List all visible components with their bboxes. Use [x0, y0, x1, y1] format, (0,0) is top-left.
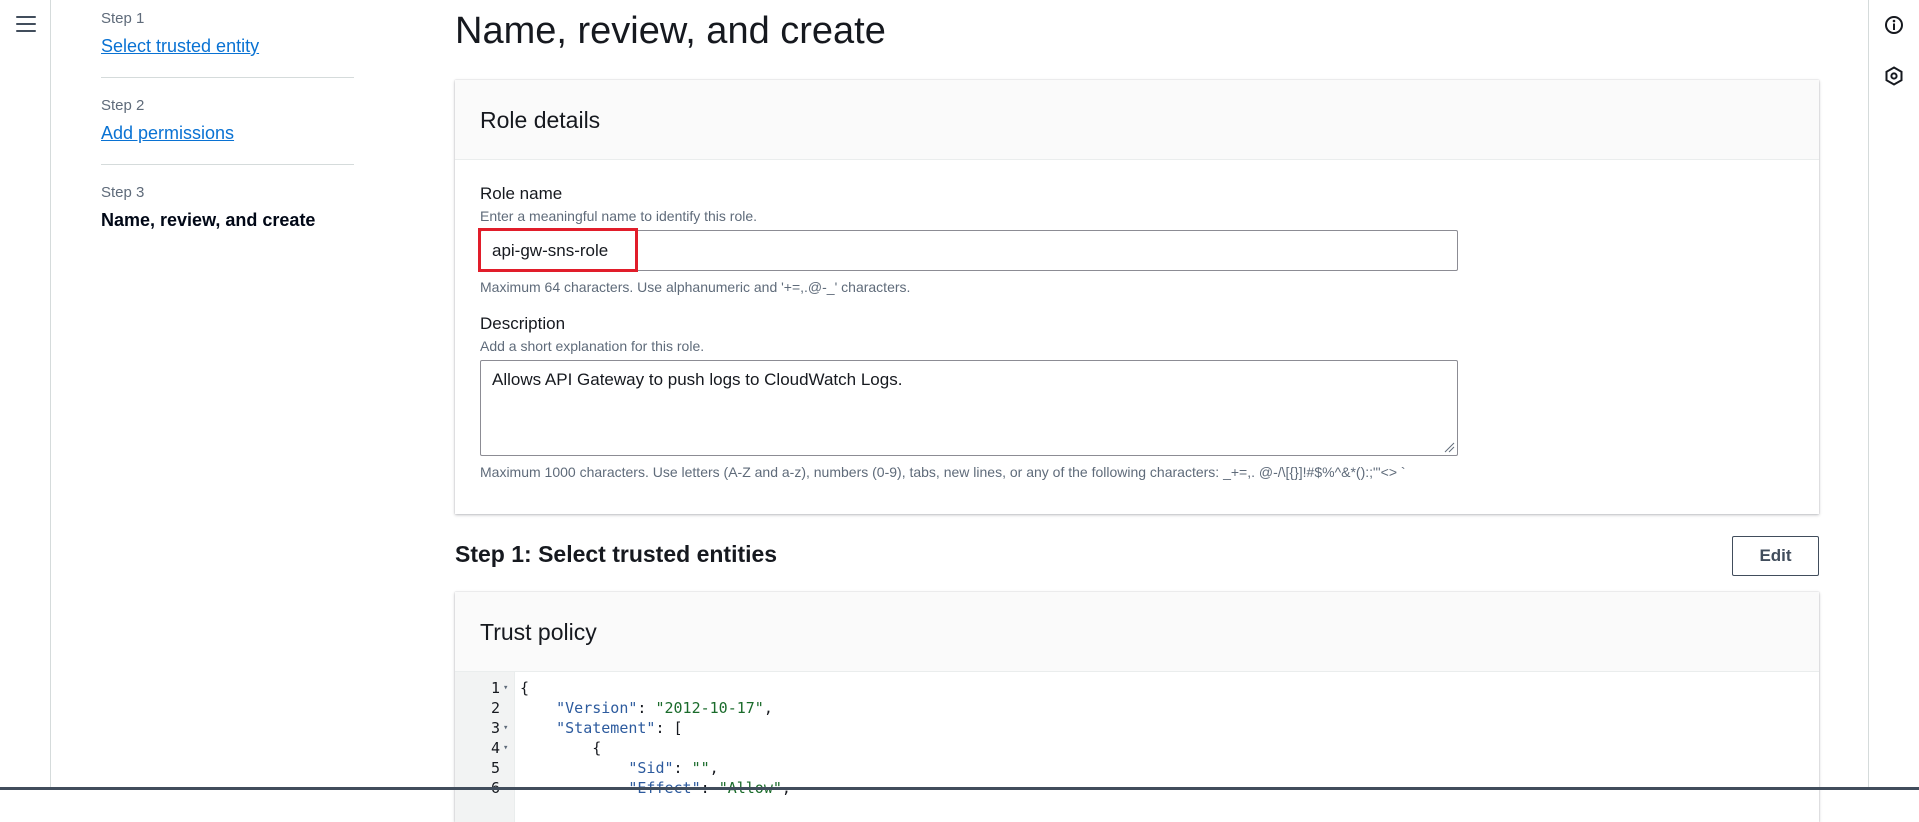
step-current-title: Name, review, and create [101, 210, 316, 230]
code-line: 4 ▾ { [455, 738, 1819, 758]
fold-toggle-icon[interactable]: ▾ [503, 678, 508, 698]
role-name-input[interactable] [481, 231, 1457, 270]
role-name-label: Role name [480, 184, 563, 203]
description-field: Allows API Gateway to push logs to Cloud… [480, 360, 1458, 456]
step1-section-title: Step 1: Select trusted entities [455, 541, 778, 567]
line-number: 1 [490, 679, 500, 697]
code-line: 3 ▾ "Statement": [ [455, 718, 1819, 738]
wizard-step-1: Step 1 Select trusted entity [101, 10, 354, 78]
line-number: 4 [490, 739, 500, 757]
wizard-step-3: Step 3 Name, review, and create [101, 184, 354, 251]
role-name-constraint: Maximum 64 characters. Use alphanumeric … [480, 279, 911, 295]
left-nav-rail [0, 0, 51, 790]
line-number: 3 [490, 719, 500, 737]
info-icon[interactable] [1884, 15, 1904, 35]
wizard-step-2: Step 2 Add permissions [101, 97, 354, 165]
description-constraint: Maximum 1000 characters. Use letters (A-… [480, 464, 1406, 480]
fold-toggle-icon[interactable]: ▾ [503, 718, 508, 738]
description-label: Description [480, 314, 566, 333]
feedback-icon[interactable] [1884, 66, 1904, 86]
step-link-select-trusted-entity[interactable]: Select trusted entity [101, 35, 259, 57]
card-header: Role details [455, 80, 1819, 160]
code-text: "Statement": [ [556, 719, 683, 737]
code-line: 5 "Sid": "", [455, 758, 1819, 778]
wizard-steps: Step 1 Select trusted entity Step 2 Add … [101, 0, 354, 270]
step-link-add-permissions[interactable]: Add permissions [101, 122, 234, 144]
code-text: { [520, 679, 530, 697]
line-number: 2 [490, 699, 500, 717]
code-text: "Sid": "", [628, 759, 719, 777]
step-label: Step 2 [101, 97, 145, 114]
fold-toggle-icon[interactable]: ▾ [503, 738, 508, 758]
code-line: 1 ▾ { [455, 678, 1819, 698]
role-name-description: Enter a meaningful name to identify this… [480, 208, 758, 224]
step-label: Step 1 [101, 10, 145, 27]
step-label: Step 3 [101, 184, 145, 201]
role-details-heading: Role details [480, 107, 601, 133]
resize-handle-icon[interactable] [1443, 441, 1455, 453]
role-details-card: Role details Role name Enter a meaningfu… [455, 80, 1819, 514]
code-line: 2 "Version": "2012-10-17", [455, 698, 1819, 718]
description-help: Add a short explanation for this role. [480, 338, 705, 354]
role-name-field [478, 228, 1458, 272]
code-text: "Version": "2012-10-17", [556, 699, 773, 717]
trust-policy-heading: Trust policy [480, 619, 597, 645]
description-textarea[interactable]: Allows API Gateway to push logs to Cloud… [481, 361, 1457, 455]
hamburger-menu-icon[interactable] [16, 16, 36, 33]
trust-policy-editor[interactable]: 1 ▾{2 "Version": "2012-10-17", 3 ▾ "Stateme… [455, 672, 1819, 822]
page-title: Name, review, and create [455, 10, 886, 52]
role-details-form: Role name Enter a meaningful name to ide… [455, 160, 1819, 481]
edit-button[interactable]: Edit [1732, 536, 1819, 576]
code-text: { [520, 739, 602, 757]
right-utility-rail [1868, 0, 1919, 790]
step1-section-header: Step 1: Select trusted entities Edit [455, 533, 1819, 576]
card-header: Trust policy [455, 592, 1819, 672]
line-number: 5 [490, 759, 500, 777]
